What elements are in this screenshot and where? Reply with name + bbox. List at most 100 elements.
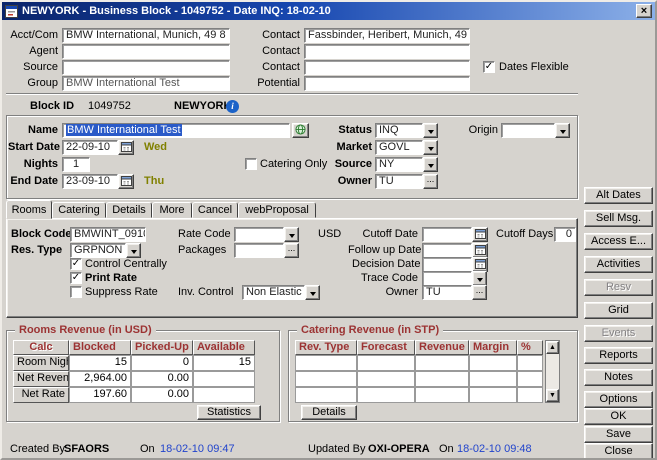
contact3-field[interactable] — [304, 60, 470, 75]
close-button[interactable]: × — [636, 4, 652, 18]
status-dropdown-button[interactable] — [423, 123, 438, 138]
statistics-button[interactable]: Statistics — [197, 405, 261, 420]
status-label: Status — [324, 123, 372, 138]
decision-date-field[interactable] — [422, 257, 472, 272]
agent-field[interactable] — [62, 44, 230, 59]
created-by-value: SFAORS — [64, 442, 109, 457]
grid-button[interactable]: Grid — [584, 302, 653, 319]
contact2-field[interactable] — [304, 44, 470, 59]
source-dropdown-button[interactable] — [423, 157, 438, 172]
owner2-lov-button[interactable]: ... — [472, 285, 487, 300]
translate-button[interactable] — [292, 123, 309, 138]
group-field[interactable]: BMW International Test — [62, 76, 230, 91]
res-type-label: Res. Type — [11, 243, 62, 258]
cutoff-days-field[interactable]: 0 — [554, 227, 576, 242]
cutoff-date-calendar-button[interactable] — [472, 227, 488, 242]
options-button[interactable]: Options — [584, 391, 653, 408]
table-cell — [415, 371, 469, 387]
table-cell — [415, 387, 469, 403]
tab-webproposal[interactable]: webProposal — [238, 202, 316, 218]
scrollbar-track[interactable] — [546, 354, 559, 389]
market-dropdown-button[interactable] — [423, 140, 438, 155]
packages-label: Packages — [178, 243, 226, 258]
source-field[interactable] — [62, 60, 230, 75]
owner2-field[interactable]: TU — [422, 285, 472, 300]
block-code-field[interactable]: BMWINT_0910 — [70, 227, 146, 242]
owner-lov-button[interactable]: ... — [423, 174, 438, 189]
source2-field[interactable]: NY — [375, 157, 423, 172]
start-day-of-week: Wed — [144, 140, 167, 155]
trace-code-dropdown-button[interactable] — [472, 271, 487, 286]
acct-com-field[interactable]: BMW International, Munich, 49 8 215 6 — [62, 28, 230, 43]
save-button[interactable]: Save — [584, 426, 653, 443]
window-title: NEWYORK - Business Block - 1049752 - Dat… — [22, 5, 331, 17]
res-type-field[interactable]: GRPNON — [70, 243, 126, 258]
cutoff-date-field[interactable] — [422, 227, 472, 242]
access-excl-button[interactable]: Access E... — [584, 233, 653, 250]
end-date-field[interactable]: 23-09-10 — [62, 174, 118, 189]
details-button[interactable]: Details — [301, 405, 357, 420]
nights-label: Nights — [8, 157, 58, 172]
name-field[interactable]: BMW International Test — [62, 123, 290, 138]
suppress-rate-checkbox[interactable] — [70, 286, 82, 298]
ok-button[interactable]: OK — [584, 408, 653, 425]
contact1-field[interactable]: Fassbinder, Heribert, Munich, 49 8 125 — [304, 28, 470, 43]
tab-more[interactable]: More — [152, 202, 192, 218]
chevron-down-icon — [428, 130, 434, 134]
agent-label: Agent — [6, 44, 58, 59]
packages-lov-button[interactable]: ... — [284, 243, 299, 258]
follow-up-date-field[interactable] — [422, 243, 472, 258]
alt-dates-button[interactable]: Alt Dates — [584, 187, 653, 204]
table-cell — [357, 371, 415, 387]
origin-label: Origin — [454, 123, 498, 138]
start-date-calendar-button[interactable] — [118, 140, 134, 155]
tab-details[interactable]: Details — [106, 202, 152, 218]
owner2-label: Owner — [380, 285, 418, 300]
owner-field[interactable]: TU — [375, 174, 423, 189]
close-action-button[interactable]: Close — [584, 443, 653, 460]
origin-field[interactable] — [501, 123, 555, 138]
events-button: Events — [584, 325, 653, 342]
control-centrally-checkbox[interactable]: ✓ — [70, 258, 82, 270]
tab-catering[interactable]: Catering — [52, 202, 106, 218]
status-field[interactable]: INQ — [375, 123, 423, 138]
table-header-cell: Picked-Up — [131, 340, 193, 355]
updated-by-value: OXI-OPERA — [368, 442, 430, 457]
table-cell — [469, 355, 517, 371]
print-rate-checkbox[interactable]: ✓ — [70, 272, 82, 284]
catering-only-label: Catering Only — [260, 157, 327, 172]
decision-calendar-button[interactable] — [472, 257, 488, 272]
notes-button[interactable]: Notes — [584, 369, 653, 386]
reports-button[interactable]: Reports — [584, 347, 653, 364]
potential-field[interactable] — [304, 76, 470, 91]
nights-field[interactable]: 1 — [62, 157, 90, 172]
activities-button[interactable]: Activities — [584, 256, 653, 273]
res-type-dropdown-button[interactable] — [126, 243, 141, 258]
end-day-of-week: Thu — [144, 174, 164, 189]
rooms-revenue-group: Rooms Revenue (in USD) Calc Blocked Pick… — [6, 330, 280, 422]
info-icon[interactable]: i — [226, 100, 239, 113]
tab-rooms[interactable]: Rooms — [6, 200, 52, 219]
packages-field[interactable] — [234, 243, 284, 258]
scroll-up-icon[interactable]: ▲ — [546, 341, 559, 354]
rate-code-field[interactable] — [234, 227, 284, 242]
follow-up-calendar-button[interactable] — [472, 243, 488, 258]
origin-dropdown-button[interactable] — [555, 123, 570, 138]
catering-revenue-table: Rev. Type Forecast Revenue Margin % — [295, 340, 543, 403]
rate-code-dropdown-button[interactable] — [284, 227, 299, 242]
updated-on-value: 18-02-10 09:48 — [457, 442, 532, 457]
catering-only-checkbox[interactable] — [245, 158, 257, 170]
market-field[interactable]: GOVL — [375, 140, 423, 155]
dates-flexible-checkbox[interactable]: ✓ — [483, 61, 495, 73]
sell-msg-button[interactable]: Sell Msg. — [584, 210, 653, 227]
scroll-down-icon[interactable]: ▼ — [546, 389, 559, 402]
end-date-calendar-button[interactable] — [118, 174, 134, 189]
end-date-label: End Date — [8, 174, 58, 189]
start-date-field[interactable]: 22-09-10 — [62, 140, 118, 155]
inv-control-field[interactable]: Non Elastic — [242, 285, 305, 300]
tab-cancel[interactable]: Cancel — [192, 202, 238, 218]
table-cell: 15 — [69, 355, 131, 371]
catering-table-scrollbar[interactable]: ▲ ▼ — [545, 340, 560, 403]
trace-code-field[interactable] — [422, 271, 472, 286]
inv-control-dropdown-button[interactable] — [305, 285, 320, 300]
